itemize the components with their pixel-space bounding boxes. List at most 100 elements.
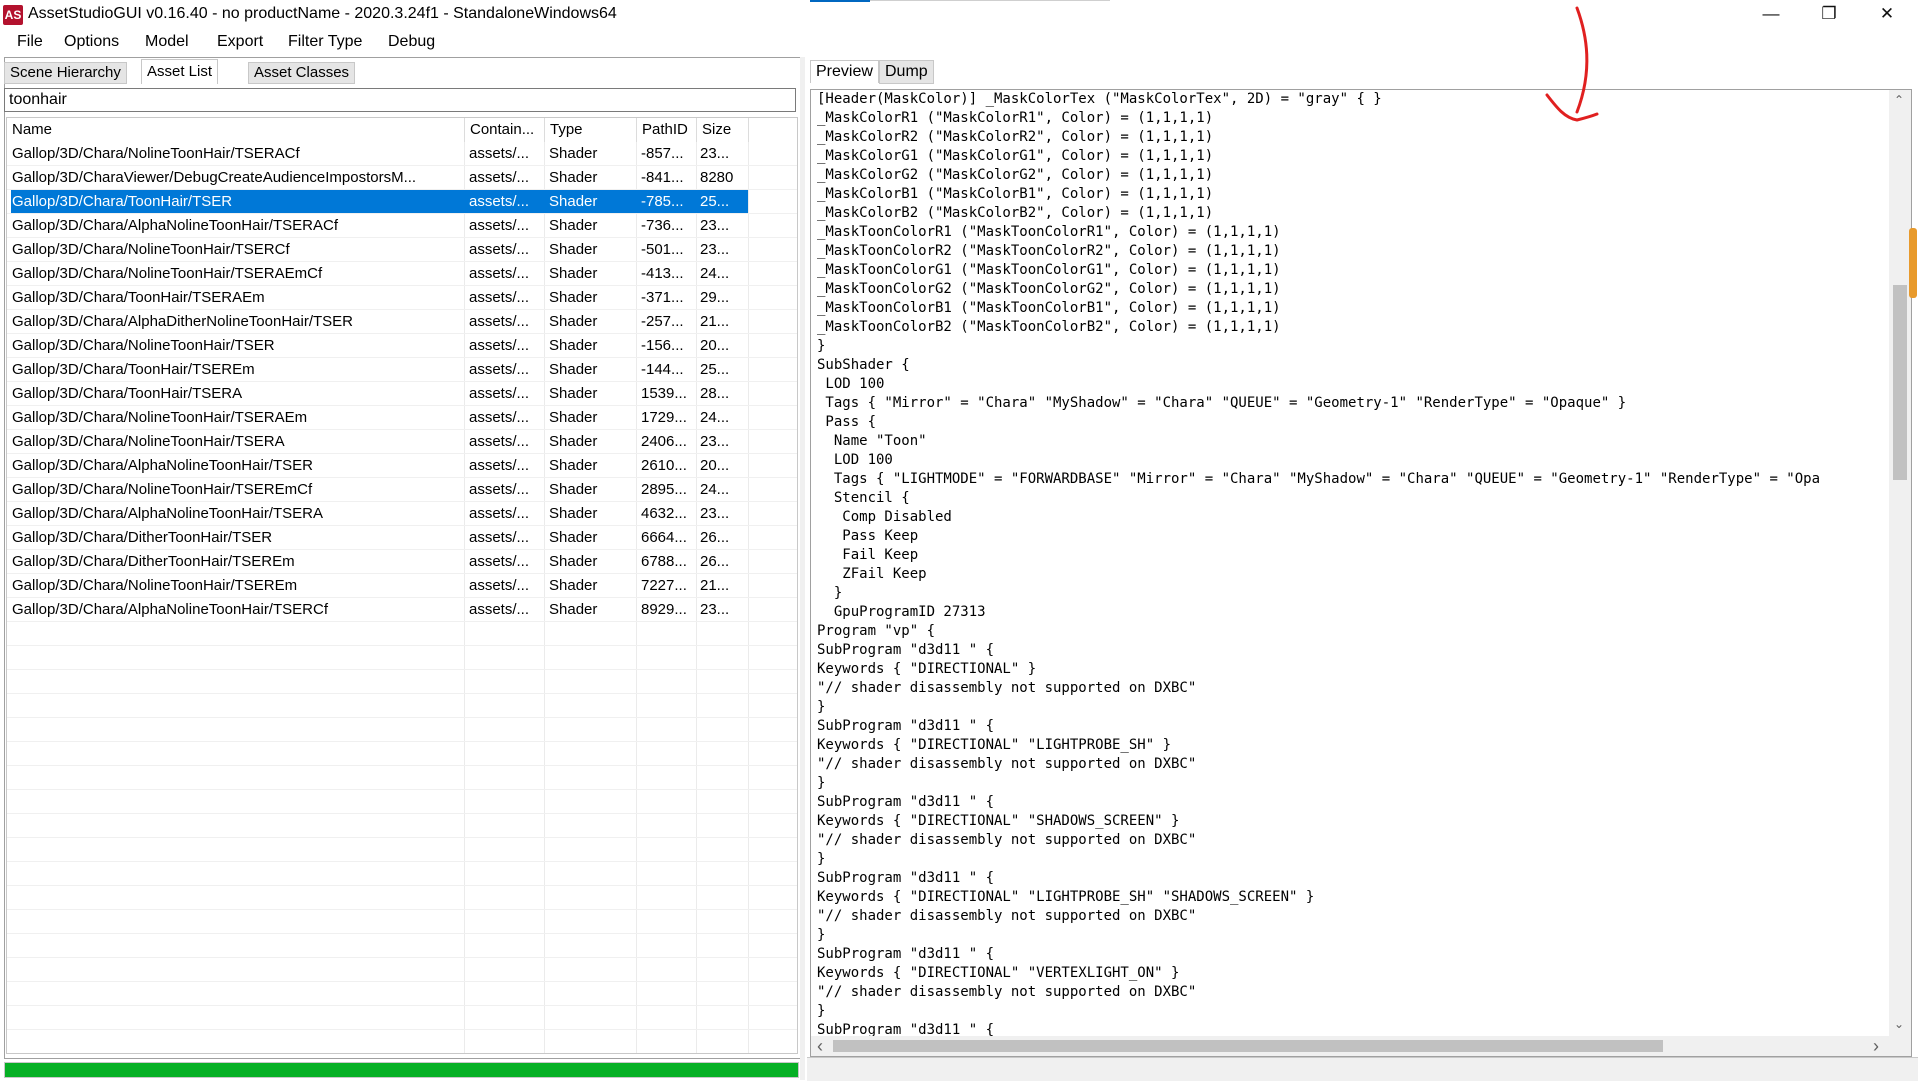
- search-input[interactable]: [4, 88, 796, 112]
- row-gridline: [7, 453, 797, 454]
- table-row[interactable]: Gallop/3D/CharaViewer/DebugCreateAudienc…: [11, 166, 748, 190]
- code-line: [Header(MaskColor)] _MaskColorTex ("Mask…: [817, 91, 1382, 107]
- tab-asset-classes[interactable]: Asset Classes: [248, 62, 356, 84]
- tab-scene-hierarchy[interactable]: Scene Hierarchy: [4, 62, 127, 84]
- table-row[interactable]: Gallop/3D/Chara/NolineToonHair/TSERCf ass…: [11, 238, 748, 262]
- column-divider: [748, 118, 749, 1053]
- table-row[interactable]: Gallop/3D/Chara/NolineToonHair/TSERA asse…: [11, 430, 748, 454]
- column-header-size[interactable]: Size: [697, 118, 752, 142]
- tab-dump[interactable]: Dump: [879, 60, 934, 84]
- column-header-type[interactable]: Type: [545, 118, 640, 142]
- table-row[interactable]: Gallop/3D/Chara/ToonHair/TSERA assets/...…: [11, 382, 748, 406]
- code-line: Keywords { "DIRECTIONAL" }: [817, 661, 1037, 677]
- menu-filter-type[interactable]: Filter Type: [288, 33, 362, 51]
- cell-size: 23...: [700, 217, 730, 234]
- code-line: SubShader {: [817, 357, 910, 373]
- cell-container: assets/...: [469, 409, 530, 426]
- table-row[interactable]: Gallop/3D/Chara/ToonHair/TSEREm assets/..…: [11, 358, 748, 382]
- scroll-right-icon[interactable]: ›: [1873, 1037, 1879, 1055]
- cell-type: Shader: [549, 289, 598, 306]
- table-row[interactable]: Gallop/3D/Chara/AlphaNolineToonHair/TSER…: [11, 214, 748, 238]
- code-line: _MaskColorB1 ("MaskColorB1", Color) = (1…: [817, 186, 1214, 202]
- scroll-down-icon[interactable]: ⌄: [1894, 1016, 1904, 1032]
- cell-container: assets/...: [469, 505, 530, 522]
- cell-type: Shader: [549, 169, 598, 186]
- title-accent-line: [810, 0, 870, 2]
- table-row[interactable]: Gallop/3D/Chara/ToonHair/TSERAEm assets/.…: [11, 286, 748, 310]
- horizontal-scroll-thumb[interactable]: [833, 1040, 1663, 1052]
- cell-name: Gallop/3D/Chara/NolineToonHair/TSEREm: [12, 577, 298, 594]
- code-line: _MaskColorG1 ("MaskColorG1", Color) = (1…: [817, 148, 1214, 164]
- column-header-pathid[interactable]: PathID: [637, 118, 700, 142]
- cell-size: 20...: [700, 457, 730, 474]
- table-row-selected[interactable]: Gallop/3D/Chara/ToonHair/TSER assets/... S…: [11, 190, 748, 214]
- cell-pathid: 1539...: [641, 385, 687, 402]
- maximize-button[interactable]: ❐: [1801, 0, 1857, 30]
- column-header-container[interactable]: Contain...: [465, 118, 548, 142]
- table-row[interactable]: Gallop/3D/Chara/NolineToonHair/TSER asset…: [11, 334, 748, 358]
- window-title: AssetStudioGUI v0.16.40 - no productName…: [28, 5, 617, 22]
- row-gridline: [7, 189, 797, 190]
- menu-debug[interactable]: Debug: [388, 33, 435, 51]
- row-gridline: [7, 933, 797, 934]
- column-header-name[interactable]: Name: [7, 118, 464, 142]
- row-gridline: [7, 357, 797, 358]
- cell-size: 23...: [700, 145, 730, 162]
- vertical-scroll-thumb[interactable]: [1893, 285, 1907, 480]
- code-line: SubProgram "d3d11 " {: [817, 794, 995, 810]
- menu-options[interactable]: Options: [64, 33, 119, 51]
- row-gridline: [7, 789, 797, 790]
- code-line: "// shader disassembly not supported on …: [817, 832, 1197, 848]
- header-separator[interactable]: [748, 118, 749, 142]
- table-row[interactable]: Gallop/3D/Chara/NolineToonHair/TSEREmCf a…: [11, 478, 748, 502]
- minimize-button[interactable]: —: [1743, 0, 1799, 30]
- table-row[interactable]: Gallop/3D/Chara/AlphaNolineToonHair/TSER…: [11, 598, 748, 622]
- red-hand-drawn-arrow-icon: [1545, 6, 1599, 122]
- tab-asset-list[interactable]: Asset List: [141, 59, 219, 84]
- table-row[interactable]: Gallop/3D/Chara/NolineToonHair/TSERAEmCf…: [11, 262, 748, 286]
- table-row[interactable]: Gallop/3D/Chara/DitherToonHair/TSEREm ass…: [11, 550, 748, 574]
- asset-list[interactable]: Name Contain... Type PathID Size Gallop/…: [6, 117, 798, 1054]
- cell-type: Shader: [549, 577, 598, 594]
- cell-container: assets/...: [469, 433, 530, 450]
- table-row[interactable]: Gallop/3D/Chara/NolineToonHair/TSERACf as…: [11, 142, 748, 166]
- menu-export[interactable]: Export: [217, 33, 263, 51]
- cell-type: Shader: [549, 457, 598, 474]
- close-button[interactable]: ✕: [1859, 0, 1915, 30]
- table-row[interactable]: Gallop/3D/Chara/AlphaNolineToonHair/TSER…: [11, 454, 748, 478]
- vertical-scrollbar[interactable]: ⌃ ⌄: [1889, 90, 1911, 1036]
- table-row[interactable]: Gallop/3D/Chara/DitherToonHair/TSER asset…: [11, 526, 748, 550]
- code-line: }: [817, 699, 826, 715]
- cell-pathid: 4632...: [641, 505, 687, 522]
- row-gridline: [7, 213, 797, 214]
- cell-name: Gallop/3D/Chara/NolineToonHair/TSERAEmCf: [12, 265, 323, 282]
- cell-pathid: -785...: [641, 193, 684, 210]
- cell-pathid: -736...: [641, 217, 684, 234]
- cell-type: Shader: [549, 409, 598, 426]
- scroll-up-icon[interactable]: ⌃: [1894, 92, 1904, 108]
- panel-splitter[interactable]: [800, 57, 805, 1080]
- cell-container: assets/...: [469, 553, 530, 570]
- preview-text-area[interactable]: [Header(MaskColor)] _MaskColorTex ("Mask…: [810, 89, 1912, 1057]
- code-line: Pass Keep: [817, 528, 919, 544]
- cell-container: assets/...: [469, 361, 530, 378]
- cell-container: assets/...: [469, 169, 530, 186]
- table-row[interactable]: Gallop/3D/Chara/AlphaNolineToonHair/TSER…: [11, 502, 748, 526]
- cell-pathid: -144...: [641, 361, 684, 378]
- table-row[interactable]: Gallop/3D/Chara/AlphaDitherNolineToonHai…: [11, 310, 748, 334]
- row-gridline: [7, 333, 797, 334]
- menu-model[interactable]: Model: [145, 33, 189, 51]
- horizontal-scrollbar[interactable]: ‹ ›: [811, 1036, 1911, 1056]
- scroll-left-icon[interactable]: ‹: [817, 1037, 823, 1055]
- table-row[interactable]: Gallop/3D/Chara/NolineToonHair/TSEREm ass…: [11, 574, 748, 598]
- table-row[interactable]: Gallop/3D/Chara/NolineToonHair/TSERAEm as…: [11, 406, 748, 430]
- cell-pathid: 8929...: [641, 601, 687, 618]
- cell-name: Gallop/3D/Chara/NolineToonHair/TSERAEm: [12, 409, 308, 426]
- cell-pathid: 2610...: [641, 457, 687, 474]
- row-gridline: [7, 861, 797, 862]
- tab-preview[interactable]: Preview: [810, 60, 879, 83]
- cell-size: 24...: [700, 481, 730, 498]
- cell-type: Shader: [549, 193, 598, 210]
- row-gridline: [7, 1005, 797, 1006]
- menu-file[interactable]: File: [17, 33, 43, 51]
